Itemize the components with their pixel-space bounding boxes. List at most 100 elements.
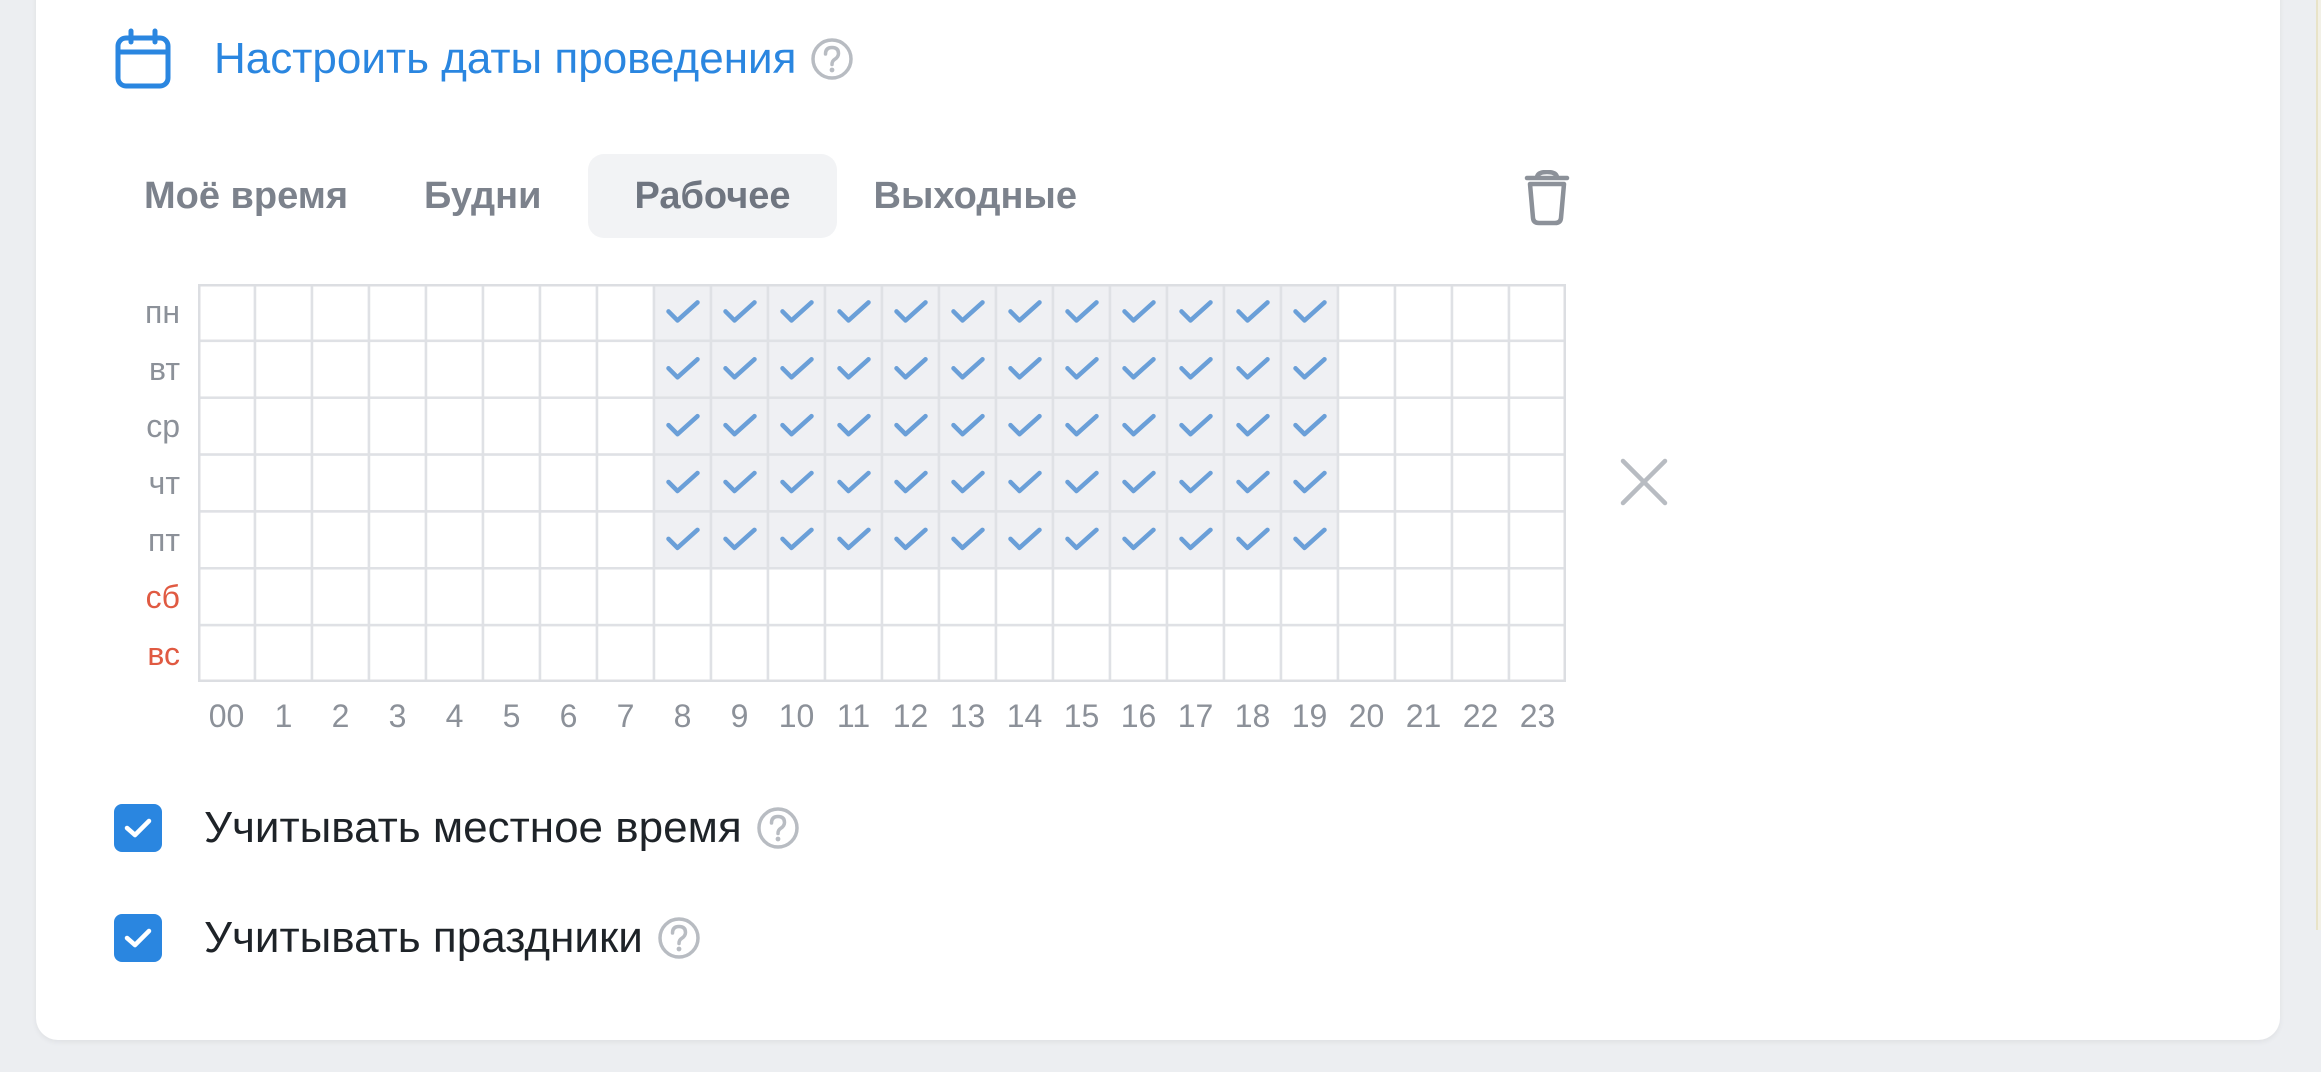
schedule-cell-пт-15[interactable] — [1051, 510, 1112, 570]
schedule-cell-чт-8[interactable] — [652, 453, 713, 513]
schedule-cell-вс-8[interactable] — [652, 623, 713, 682]
schedule-cell-чт-17[interactable] — [1165, 453, 1226, 513]
schedule-cell-пт-8[interactable] — [652, 510, 713, 570]
schedule-cell-вт-23[interactable] — [1507, 339, 1566, 399]
schedule-cell-пт-9[interactable] — [709, 510, 770, 570]
schedule-cell-вт-12[interactable] — [880, 339, 941, 399]
schedule-cell-пн-13[interactable] — [937, 284, 998, 343]
schedule-cell-ср-8[interactable] — [652, 396, 713, 456]
schedule-cell-ср-12[interactable] — [880, 396, 941, 456]
hour-label-18[interactable]: 18 — [1224, 700, 1281, 732]
schedule-cell-вт-6[interactable] — [538, 339, 599, 399]
schedule-cell-ср-16[interactable] — [1108, 396, 1169, 456]
schedule-cell-вс-10[interactable] — [766, 623, 827, 682]
schedule-cell-пт-22[interactable] — [1450, 510, 1511, 570]
schedule-cell-чт-16[interactable] — [1108, 453, 1169, 513]
schedule-cell-пт-23[interactable] — [1507, 510, 1566, 570]
schedule-cell-ср-3[interactable] — [367, 396, 428, 456]
hour-label-8[interactable]: 8 — [654, 700, 711, 732]
schedule-cell-ср-00[interactable] — [198, 396, 257, 456]
schedule-cell-пн-20[interactable] — [1336, 284, 1397, 343]
schedule-cell-пн-2[interactable] — [310, 284, 371, 343]
schedule-cell-чт-20[interactable] — [1336, 453, 1397, 513]
schedule-cell-вт-18[interactable] — [1222, 339, 1283, 399]
day-label-пт[interactable]: пт — [110, 524, 180, 556]
schedule-cell-чт-12[interactable] — [880, 453, 941, 513]
schedule-cell-вт-10[interactable] — [766, 339, 827, 399]
day-label-вт[interactable]: вт — [110, 353, 180, 385]
schedule-cell-вс-13[interactable] — [937, 623, 998, 682]
schedule-cell-вт-00[interactable] — [198, 339, 257, 399]
hour-label-2[interactable]: 2 — [312, 700, 369, 732]
schedule-cell-чт-5[interactable] — [481, 453, 542, 513]
help-icon[interactable] — [657, 916, 701, 960]
schedule-cell-чт-6[interactable] — [538, 453, 599, 513]
schedule-cell-пт-3[interactable] — [367, 510, 428, 570]
schedule-cell-чт-11[interactable] — [823, 453, 884, 513]
schedule-cell-вт-1[interactable] — [253, 339, 314, 399]
hour-label-3[interactable]: 3 — [369, 700, 426, 732]
schedule-cell-ср-13[interactable] — [937, 396, 998, 456]
schedule-cell-пн-12[interactable] — [880, 284, 941, 343]
schedule-cell-вс-23[interactable] — [1507, 623, 1566, 682]
schedule-cell-пн-17[interactable] — [1165, 284, 1226, 343]
schedule-cell-сб-20[interactable] — [1336, 567, 1397, 627]
schedule-cell-чт-10[interactable] — [766, 453, 827, 513]
schedule-cell-вт-21[interactable] — [1393, 339, 1454, 399]
day-label-ср[interactable]: ср — [110, 410, 180, 442]
day-label-чт[interactable]: чт — [110, 467, 180, 499]
tab-my-time[interactable]: Моё время — [118, 154, 375, 238]
schedule-cell-пт-4[interactable] — [424, 510, 485, 570]
schedule-cell-сб-18[interactable] — [1222, 567, 1283, 627]
schedule-cell-пт-17[interactable] — [1165, 510, 1226, 570]
schedule-cell-сб-23[interactable] — [1507, 567, 1566, 627]
schedule-cell-вс-2[interactable] — [310, 623, 371, 682]
schedule-cell-чт-19[interactable] — [1279, 453, 1340, 513]
schedule-cell-пт-1[interactable] — [253, 510, 314, 570]
schedule-cell-ср-22[interactable] — [1450, 396, 1511, 456]
schedule-cell-сб-7[interactable] — [595, 567, 656, 627]
schedule-cell-сб-17[interactable] — [1165, 567, 1226, 627]
schedule-cell-сб-14[interactable] — [994, 567, 1055, 627]
hour-label-14[interactable]: 14 — [996, 700, 1053, 732]
schedule-cell-пн-00[interactable] — [198, 284, 257, 343]
local-time-label[interactable]: Учитывать местное время — [204, 803, 742, 853]
schedule-cell-пн-5[interactable] — [481, 284, 542, 343]
schedule-cell-сб-11[interactable] — [823, 567, 884, 627]
schedule-cell-вс-17[interactable] — [1165, 623, 1226, 682]
schedule-cell-сб-6[interactable] — [538, 567, 599, 627]
schedule-cell-пн-21[interactable] — [1393, 284, 1454, 343]
schedule-cell-вт-17[interactable] — [1165, 339, 1226, 399]
schedule-cell-вс-12[interactable] — [880, 623, 941, 682]
schedule-cell-сб-10[interactable] — [766, 567, 827, 627]
schedule-cell-вт-16[interactable] — [1108, 339, 1169, 399]
schedule-cell-пт-00[interactable] — [198, 510, 257, 570]
schedule-cell-вт-3[interactable] — [367, 339, 428, 399]
schedule-cell-ср-9[interactable] — [709, 396, 770, 456]
schedule-cell-вс-18[interactable] — [1222, 623, 1283, 682]
schedule-cell-вс-7[interactable] — [595, 623, 656, 682]
schedule-cell-вт-2[interactable] — [310, 339, 371, 399]
schedule-cell-сб-4[interactable] — [424, 567, 485, 627]
schedule-cell-вс-00[interactable] — [198, 623, 257, 682]
hour-label-21[interactable]: 21 — [1395, 700, 1452, 732]
schedule-cell-ср-2[interactable] — [310, 396, 371, 456]
schedule-cell-вс-15[interactable] — [1051, 623, 1112, 682]
schedule-cell-вс-19[interactable] — [1279, 623, 1340, 682]
hour-label-19[interactable]: 19 — [1281, 700, 1338, 732]
schedule-cell-вт-13[interactable] — [937, 339, 998, 399]
schedule-cell-ср-19[interactable] — [1279, 396, 1340, 456]
schedule-cell-пт-19[interactable] — [1279, 510, 1340, 570]
schedule-cell-пн-3[interactable] — [367, 284, 428, 343]
hour-label-12[interactable]: 12 — [882, 700, 939, 732]
schedule-cell-пт-21[interactable] — [1393, 510, 1454, 570]
holidays-label[interactable]: Учитывать праздники — [204, 913, 643, 963]
schedule-cell-вс-11[interactable] — [823, 623, 884, 682]
schedule-cell-сб-16[interactable] — [1108, 567, 1169, 627]
schedule-cell-вс-1[interactable] — [253, 623, 314, 682]
tab-working-hours[interactable]: Рабочее — [588, 154, 837, 238]
schedule-cell-чт-7[interactable] — [595, 453, 656, 513]
help-icon[interactable] — [756, 806, 800, 850]
schedule-cell-вт-14[interactable] — [994, 339, 1055, 399]
schedule-cell-пн-10[interactable] — [766, 284, 827, 343]
